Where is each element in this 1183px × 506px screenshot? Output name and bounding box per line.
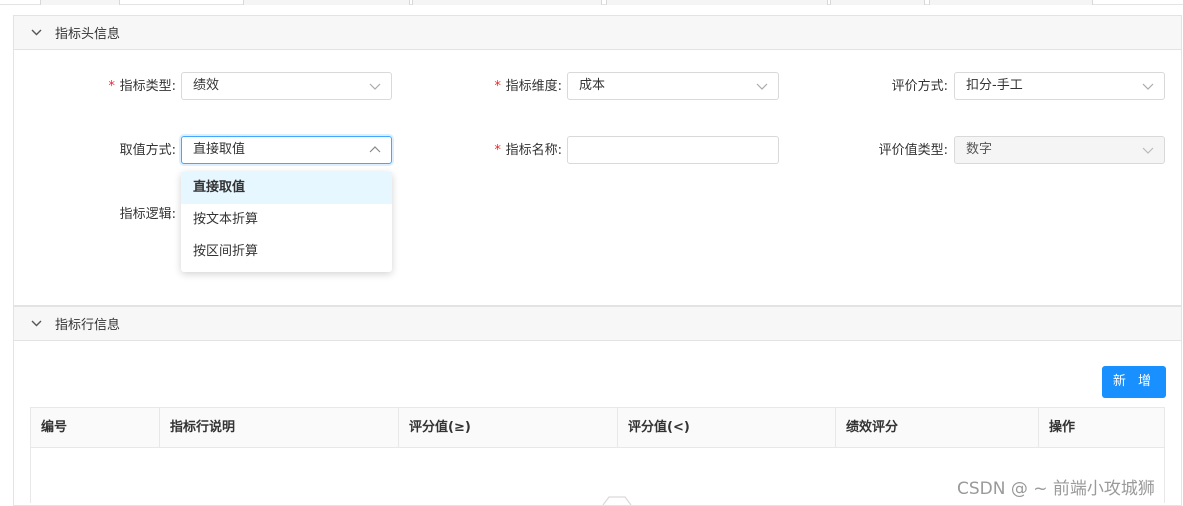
tab-item[interactable] xyxy=(830,0,925,5)
tab-item[interactable] xyxy=(412,0,602,5)
chevron-down-icon xyxy=(756,83,768,90)
evaluation-value-type-label: 评价值类型: xyxy=(878,143,948,158)
empty-data-icon xyxy=(602,496,632,505)
dropdown-option[interactable]: 按文本折算 xyxy=(181,204,392,236)
column-header[interactable]: 操作 xyxy=(1039,408,1164,448)
value-method-dropdown: 直接取值 按文本折算 按区间折算 xyxy=(181,172,392,272)
evaluation-method-select[interactable]: 扣分-手工 xyxy=(954,72,1165,100)
panel-title: 指标头信息 xyxy=(55,27,121,42)
chevron-down-icon[interactable] xyxy=(30,317,43,330)
evaluation-method-label: 评价方式: xyxy=(891,79,948,94)
tab-item[interactable] xyxy=(243,0,410,5)
indicator-dimension-select[interactable]: 成本 xyxy=(567,72,779,100)
evaluation-value-type-select: 数字 xyxy=(954,136,1165,164)
value-method-select[interactable]: 直接取值 xyxy=(181,136,392,164)
column-header[interactable]: 绩效评分 xyxy=(836,408,1039,448)
indicator-type-label: * 指标类型: xyxy=(107,79,176,94)
chevron-up-icon xyxy=(369,146,381,153)
column-header[interactable]: 编号 xyxy=(31,408,160,448)
indicator-dimension-label: * 指标维度: xyxy=(493,79,562,94)
indicator-name-input[interactable] xyxy=(567,136,779,164)
tab-item[interactable] xyxy=(40,0,120,5)
tab-item[interactable] xyxy=(606,0,828,5)
select-value: 直接取值 xyxy=(193,142,246,157)
required-mark: * xyxy=(493,79,502,94)
dropdown-option[interactable]: 直接取值 xyxy=(181,172,392,204)
chevron-down-icon[interactable] xyxy=(30,26,43,39)
select-value: 绩效 xyxy=(193,78,220,93)
indicator-logic-label: 指标逻辑: xyxy=(119,207,176,222)
select-value: 成本 xyxy=(579,78,606,93)
chevron-down-icon xyxy=(1142,83,1154,90)
required-mark: * xyxy=(493,143,502,158)
chevron-down-icon xyxy=(1142,147,1154,154)
table-header: 编号 指标行说明 评分值(≥) 评分值(<) 绩效评分 操作 xyxy=(31,408,1164,448)
select-value: 数字 xyxy=(966,142,993,157)
column-header[interactable]: 指标行说明 xyxy=(160,408,399,448)
add-button[interactable]: 新 增 xyxy=(1102,366,1166,398)
tab-strip xyxy=(0,0,1183,5)
select-value: 扣分-手工 xyxy=(966,78,1023,93)
dropdown-option[interactable]: 按区间折算 xyxy=(181,236,392,268)
tab-item[interactable] xyxy=(929,0,1093,5)
required-mark: * xyxy=(107,79,116,94)
indicator-name-label: * 指标名称: xyxy=(493,143,562,158)
watermark: CSDN @ ~ 前端小攻城狮 xyxy=(957,479,1155,499)
panel-title: 指标行信息 xyxy=(55,318,121,333)
indicator-type-select[interactable]: 绩效 xyxy=(181,72,392,100)
chevron-down-icon xyxy=(369,83,381,90)
rows-info-panel-header[interactable]: 指标行信息 xyxy=(14,307,1181,341)
value-method-label: 取值方式: xyxy=(119,143,176,158)
header-info-panel-header[interactable]: 指标头信息 xyxy=(14,16,1181,50)
column-header[interactable]: 评分值(<) xyxy=(618,408,836,448)
column-header[interactable]: 评分值(≥) xyxy=(399,408,618,448)
